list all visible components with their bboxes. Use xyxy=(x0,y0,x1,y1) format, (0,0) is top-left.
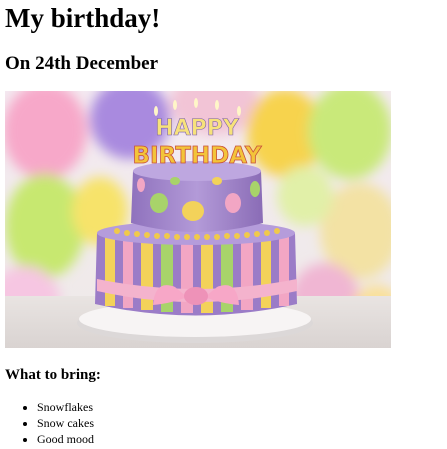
list-item: Good mood xyxy=(37,431,94,447)
bring-list-title: What to bring: xyxy=(5,367,101,383)
bring-list: Snowflakes Snow cakes Good mood xyxy=(5,399,94,447)
page-title: My birthday! xyxy=(5,3,161,33)
list-item: Snowflakes xyxy=(37,399,94,415)
page-subtitle: On 24th December xyxy=(5,53,159,74)
topper-happy: HAPPY xyxy=(155,116,240,141)
list-item: Snow cakes xyxy=(37,415,94,431)
topper-birthday: BIRTHDAY xyxy=(132,143,261,169)
birthday-cake-image: HAPPY BIRTHDAY xyxy=(5,91,391,348)
